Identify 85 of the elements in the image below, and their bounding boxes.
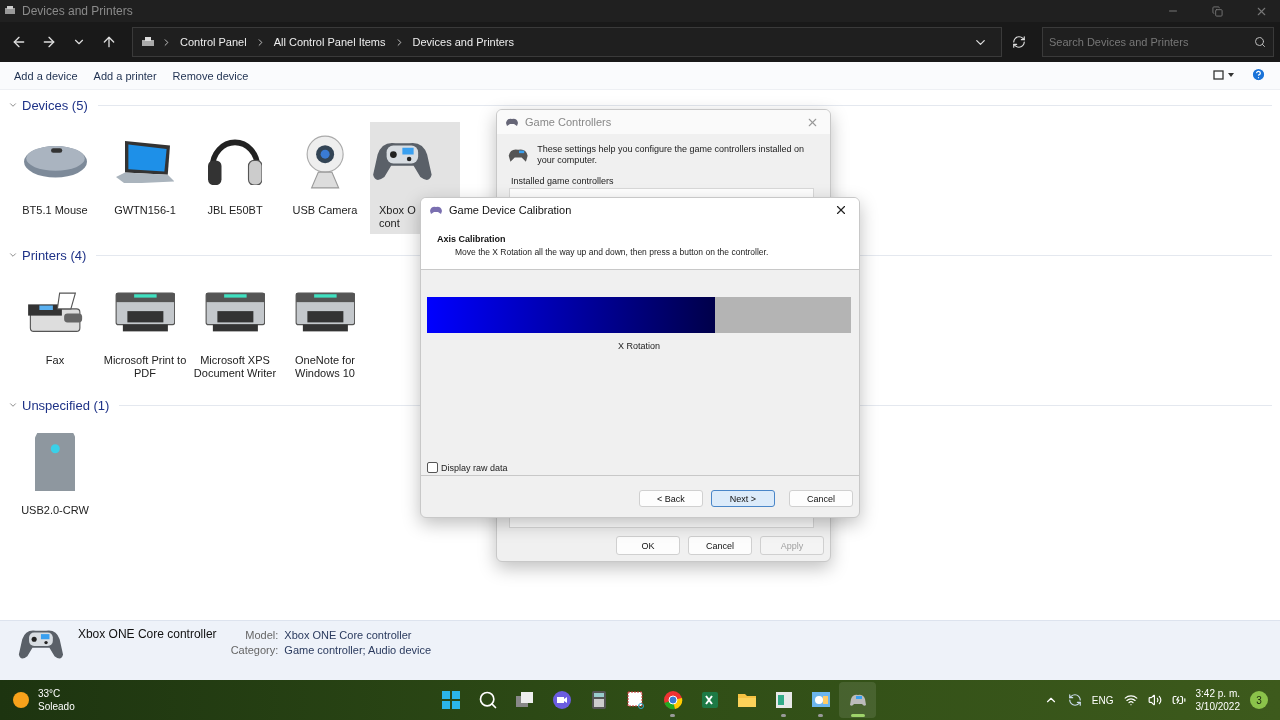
device-tile[interactable]: Fax (10, 272, 100, 384)
device-tile[interactable]: Microsoft XPS Document Writer (190, 272, 280, 384)
wizard-button[interactable]: < Back (639, 490, 703, 507)
property-label: Category: (230, 644, 279, 656)
dialog-button[interactable]: Cancel (688, 536, 752, 555)
window-title: Devices and Printers (22, 4, 134, 18)
sun-icon (12, 691, 30, 709)
printer-icon (294, 291, 356, 333)
chat-icon (551, 690, 572, 710)
battery-icon[interactable] (1171, 693, 1186, 707)
temperature: 33°C (38, 687, 62, 700)
intro-text: These settings help you configure the game controllers installed on your computer. (537, 144, 805, 166)
device-tile[interactable]: BT5.1 Mouse (10, 122, 100, 234)
clock-time[interactable]: 3:42 p. m. (1195, 687, 1240, 700)
gamepad-icon (505, 117, 519, 127)
gamepad-icon (429, 205, 443, 215)
drive-icon (34, 432, 76, 492)
sync-icon[interactable] (1067, 693, 1082, 707)
breadcrumb-link[interactable]: All Control Panel Items (271, 36, 388, 48)
list-label: Installed game controllers (510, 175, 615, 186)
running-indicator (850, 714, 865, 717)
wifi-icon[interactable] (1123, 693, 1138, 707)
device-tile[interactable]: JBL E50BT (190, 122, 280, 234)
step-instruction: Move the X Rotation all the way up and down, then press a button on the controller. (454, 247, 770, 257)
step-heading: Axis Calibration (437, 234, 507, 244)
search-icon (1254, 36, 1266, 48)
volume-icon[interactable] (1147, 693, 1162, 707)
property-value: Xbox ONE Core controller (284, 629, 413, 641)
notification-badge[interactable]: 3 (1250, 691, 1268, 709)
laptop-icon (115, 140, 175, 184)
wizard-button[interactable]: Next > (711, 490, 775, 507)
chevron-down-icon (8, 100, 18, 110)
arrow-right-icon (41, 34, 57, 50)
device-tile[interactable]: USB Camera (280, 122, 370, 234)
headphones-icon (208, 138, 262, 186)
breadcrumb-link[interactable]: Control Panel (178, 36, 249, 48)
chevron-down-icon (8, 400, 18, 410)
device-tile[interactable]: GWTN156-1 (100, 122, 190, 234)
dialog-title: Game Controllers (525, 116, 613, 128)
fax-icon (26, 291, 84, 333)
wizard-button[interactable]: Cancel (789, 490, 853, 507)
close-icon (834, 203, 848, 217)
running-indicator (670, 714, 675, 717)
printer-icon (114, 291, 176, 333)
command-button[interactable]: Remove device (166, 67, 255, 84)
weather-condition: Soleado (38, 700, 75, 713)
start-icon (440, 690, 461, 710)
device-tile[interactable]: USB2.0-CRW (10, 422, 100, 521)
checkbox-label: Display raw data (441, 462, 508, 473)
search-field[interactable]: Search Devices and Printers (1042, 27, 1274, 57)
search-icon (477, 690, 498, 710)
breadcrumb-link[interactable]: Devices and Printers (410, 36, 517, 48)
task-view-icon (514, 690, 535, 710)
restore-icon (1211, 5, 1223, 17)
weather-widget[interactable]: 33°C Soleado (12, 687, 432, 713)
browser-icon (662, 690, 683, 710)
command-button[interactable]: Add a printer (87, 67, 163, 84)
dialog-button[interactable]: OK (616, 536, 680, 555)
app-icon (4, 5, 16, 17)
group-header[interactable]: Devices (5) (8, 96, 1272, 114)
running-indicator (818, 714, 823, 717)
address-bar[interactable]: Control Panel All Control Panel Items Devices and Printers (132, 27, 1002, 57)
chevron-down-icon (8, 250, 18, 260)
device-tile[interactable]: OneNote for Windows 10 (280, 272, 370, 384)
property-label: Model: (244, 629, 279, 641)
command-button[interactable]: Add a device (8, 67, 84, 84)
refresh-icon (1012, 35, 1026, 49)
spreadsheet-icon (699, 690, 720, 710)
input-language[interactable]: ENG (1091, 694, 1114, 706)
control-panel-icon (810, 690, 831, 710)
device-name: Xbox ONE Core controller (77, 627, 217, 641)
help-icon (1251, 67, 1266, 82)
control-panel-icon (141, 36, 155, 48)
checkbox[interactable] (427, 462, 438, 473)
window-icon (773, 690, 794, 710)
clock-date[interactable]: 3/10/2022 (1195, 700, 1240, 713)
axis-label: X Rotation (617, 341, 661, 351)
webcam-icon (305, 135, 345, 189)
mouse-icon (23, 146, 87, 178)
running-indicator (781, 714, 786, 717)
view-caret-icon (1213, 69, 1235, 80)
printer-icon (204, 291, 266, 333)
device-tile[interactable]: Microsoft Print to PDF (100, 272, 190, 384)
property-value: Game controller; Audio device (284, 644, 432, 656)
snipping-tool-icon (625, 690, 646, 710)
